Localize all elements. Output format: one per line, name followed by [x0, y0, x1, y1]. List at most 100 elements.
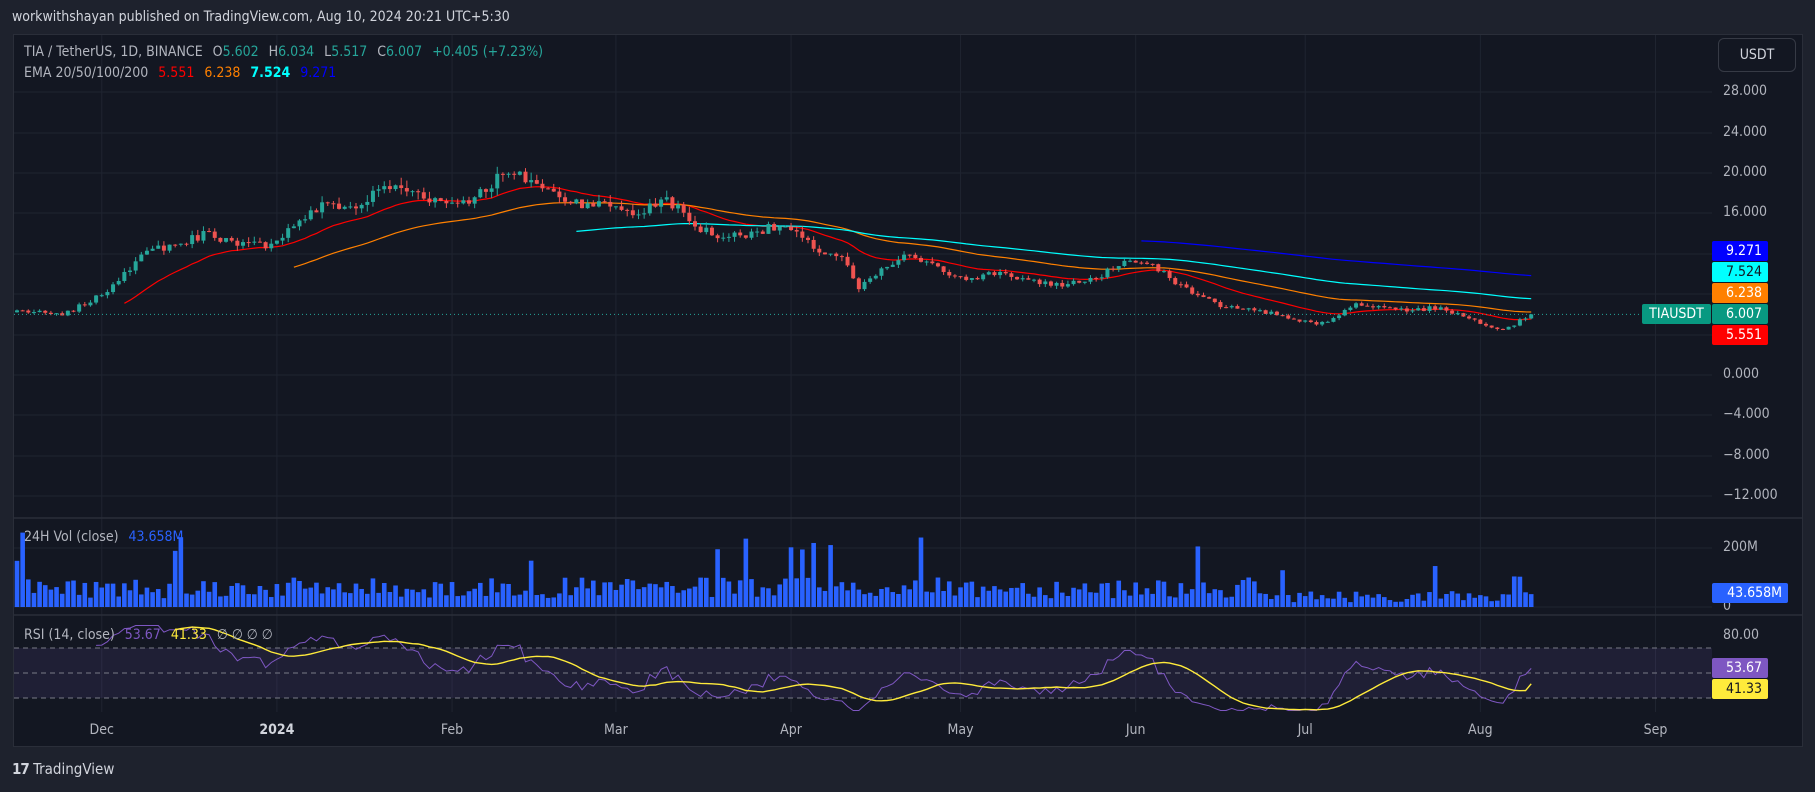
time-axis-label: Dec [89, 722, 114, 738]
volume-bar [613, 589, 619, 607]
rsi-title[interactable]: RSI (14, close) [24, 627, 115, 643]
candle-body [1280, 315, 1285, 317]
candle-body [817, 248, 822, 253]
volume-bar [1156, 580, 1161, 607]
candle-body [1365, 305, 1370, 307]
candle-body [1455, 313, 1460, 315]
volume-bar [534, 595, 540, 607]
candle-body [856, 278, 861, 290]
candle-body [563, 197, 568, 202]
candle-body [873, 275, 878, 279]
volume-bar [873, 595, 879, 607]
volume-bar [1438, 598, 1444, 607]
candle-body [1071, 280, 1076, 285]
open-value: 5.602 [222, 44, 259, 60]
candle-body [1348, 307, 1353, 310]
candle-body [82, 304, 87, 306]
candle-body [794, 230, 799, 232]
candle-body [681, 204, 686, 213]
candle-body [1314, 322, 1319, 325]
candle-body [1229, 306, 1234, 308]
volume-bar [1523, 592, 1528, 607]
candle-body [1297, 319, 1302, 322]
price-axis-label: −4.000 [1723, 406, 1770, 422]
volume-bar [31, 592, 37, 607]
volume-bar [788, 547, 794, 607]
price-axis-label: 28.000 [1723, 83, 1768, 99]
candle-body [1190, 287, 1195, 294]
candle-body [839, 256, 844, 258]
volume-bar [930, 592, 935, 607]
candle-body [77, 304, 82, 312]
symbol-title[interactable]: TIA / TetherUS, 1D, BINANCE [24, 44, 203, 60]
volume-bar [862, 594, 867, 607]
candle-body [235, 240, 240, 246]
chart-canvas[interactable] [0, 0, 1815, 792]
ema100-badge: 7.524 [1712, 262, 1768, 282]
volume-bar [828, 545, 833, 607]
open-label: O [212, 44, 223, 60]
volume-bar [1478, 595, 1483, 607]
candle-body [173, 244, 178, 246]
candle-body [862, 281, 867, 290]
volume-bar [1172, 597, 1178, 607]
volume-bar [421, 589, 427, 607]
volume-bar [189, 594, 195, 607]
ema100-value: 7.524 [250, 65, 291, 81]
volume-bar [478, 582, 483, 607]
volume-bar [1252, 581, 1257, 607]
tradingview-logo[interactable]: 17 TradingView [12, 760, 114, 778]
candle-body [495, 173, 500, 189]
volume-bar [88, 597, 93, 607]
volume-bar [647, 583, 653, 607]
volume-bar [1511, 576, 1517, 607]
candle-body [382, 186, 387, 190]
volume-bar [1235, 584, 1240, 607]
candle-body [580, 199, 584, 209]
candle-body [546, 188, 551, 190]
currency-unit-button[interactable]: USDT [1718, 38, 1796, 72]
volume-bar [155, 589, 161, 607]
volume-bar [1240, 580, 1246, 607]
volume-bar [398, 596, 404, 607]
volume-bar [992, 586, 997, 607]
candle-body [1015, 276, 1020, 280]
volume-bar [709, 596, 715, 607]
candle-body [789, 226, 794, 231]
volume-bar [511, 595, 517, 607]
candle-body [986, 272, 991, 275]
candle-body [1212, 298, 1217, 303]
candle-body [574, 199, 579, 204]
candle-body [1472, 318, 1477, 320]
volume-bar [387, 592, 393, 607]
volume-bar [308, 587, 314, 607]
volume-bar [720, 577, 726, 607]
candle-body [1246, 308, 1251, 310]
ema-title[interactable]: EMA 20/50/100/200 [24, 65, 148, 81]
volume-bar [461, 595, 466, 607]
volume-title[interactable]: 24H Vol (close) [24, 529, 119, 545]
candle-body [1218, 302, 1223, 308]
candle-body [1416, 308, 1421, 311]
candle-body [1371, 306, 1375, 308]
volume-bar [1269, 599, 1274, 607]
candle-body [1286, 315, 1291, 319]
volume-bar [1461, 600, 1466, 607]
volume-bar [325, 587, 331, 607]
candle-body [738, 232, 743, 236]
candle-body [416, 191, 421, 193]
price-axis-label: 20.000 [1723, 164, 1768, 180]
volume-bar [833, 586, 839, 607]
volume-bar [1370, 597, 1376, 607]
candle-body [122, 271, 127, 281]
candle-body [1139, 262, 1144, 264]
candle-body [557, 191, 562, 198]
candle-body [1512, 325, 1517, 327]
volume-bar [822, 590, 828, 607]
volume-bar [754, 596, 760, 607]
volume-bar [1088, 592, 1093, 607]
candle-body [421, 192, 426, 199]
volume-bar [884, 587, 890, 607]
candle-body [308, 210, 313, 220]
volume-bar [178, 537, 184, 607]
